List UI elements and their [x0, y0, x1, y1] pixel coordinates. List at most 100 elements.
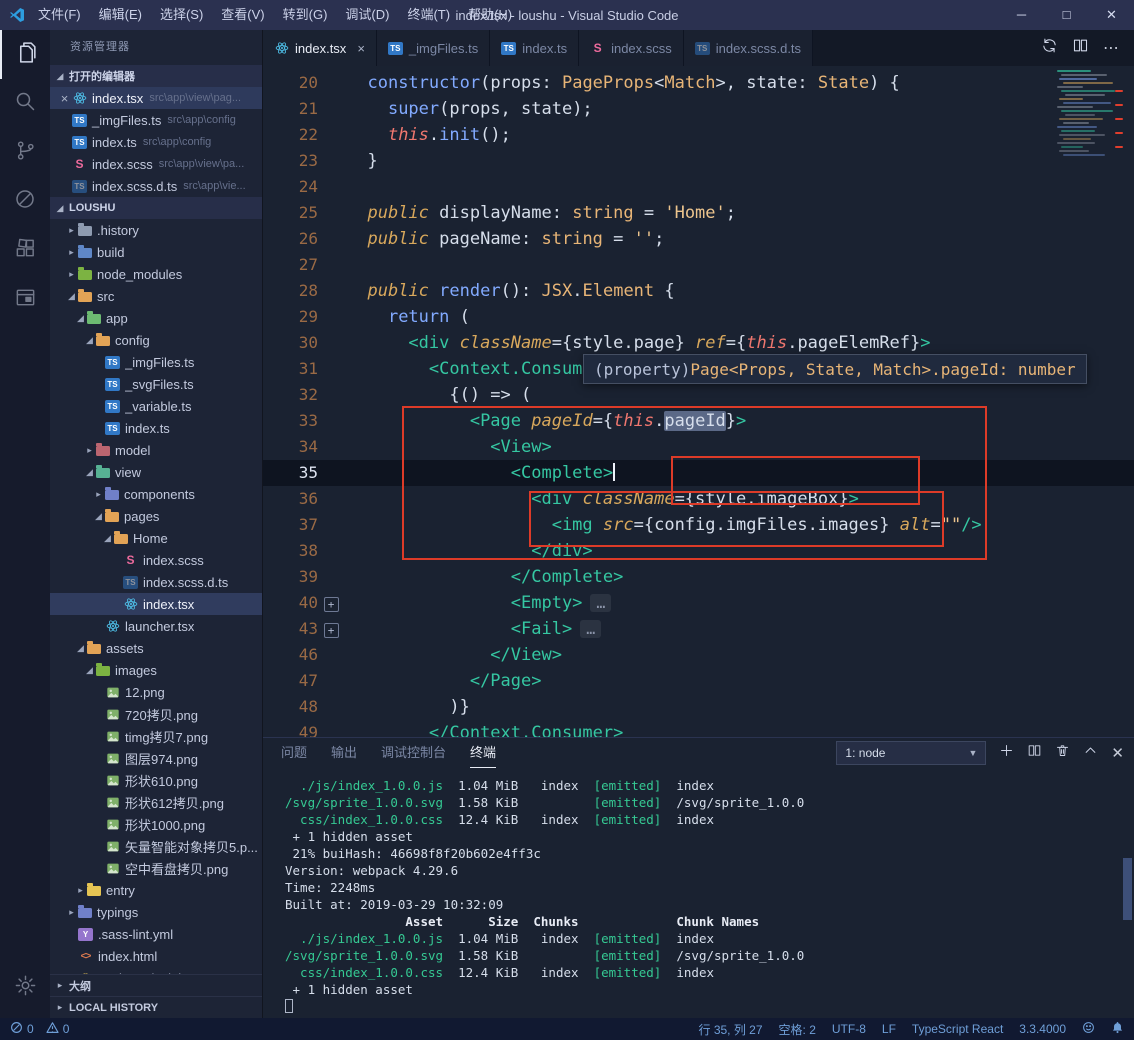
- code-line-39[interactable]: 39 </Complete>: [263, 564, 1134, 590]
- kill-terminal-icon[interactable]: [1055, 743, 1070, 763]
- code-line-33[interactable]: 33 <Page pageId={this.pageId}>: [263, 408, 1134, 434]
- menu-终端-t[interactable]: 终端(T): [398, 0, 459, 30]
- open-editor-index-tsx[interactable]: × index.tsx src\app\view\pag...: [50, 87, 262, 109]
- status-eol[interactable]: LF: [882, 1022, 896, 1036]
- menu-转到-g[interactable]: 转到(G): [274, 0, 337, 30]
- tree-item-entry[interactable]: ▸ entry: [50, 879, 262, 901]
- open-editors-header[interactable]: ◢ 打开的编辑器: [50, 65, 262, 87]
- panel-tab-终端[interactable]: 终端: [470, 738, 497, 768]
- tree-item-矢量智能对象拷贝5-p[interactable]: 矢量智能对象拷贝5.p...: [50, 835, 262, 857]
- code-line-28[interactable]: 28 public render(): JSX.Element {: [263, 278, 1134, 304]
- tree-item-components[interactable]: ▸ components: [50, 483, 262, 505]
- panel-tab-输出[interactable]: 输出: [331, 738, 357, 768]
- tree-item-build[interactable]: ▸ build: [50, 241, 262, 263]
- code-line-49[interactable]: 49 </Context.Consumer>: [263, 720, 1134, 737]
- close-icon[interactable]: ×: [357, 41, 365, 56]
- panel-tab-调试控制台[interactable]: 调试控制台: [381, 738, 446, 768]
- activitybar-preview[interactable]: [0, 275, 50, 324]
- status-ts-version[interactable]: 3.3.4000: [1019, 1022, 1066, 1036]
- new-terminal-icon[interactable]: [999, 743, 1014, 763]
- tree-item-sass-lint-yml[interactable]: Y .sass-lint.yml: [50, 923, 262, 945]
- status-warnings[interactable]: 0: [46, 1021, 69, 1037]
- more-actions-icon[interactable]: ⋯: [1103, 38, 1120, 58]
- code-line-40[interactable]: 40 + <Empty>…: [263, 590, 1134, 616]
- close-icon[interactable]: ×: [57, 91, 72, 106]
- code-line-38[interactable]: 38 </div>: [263, 538, 1134, 564]
- code-line-46[interactable]: 46 </View>: [263, 642, 1134, 668]
- code-line-29[interactable]: 29 return (: [263, 304, 1134, 330]
- code-line-24[interactable]: 24: [263, 174, 1134, 200]
- tree-item-history[interactable]: ▸ .history: [50, 219, 262, 241]
- tree-item-空中看盘拷贝-png[interactable]: 空中看盘拷贝.png: [50, 857, 262, 879]
- tree-item-variable-ts[interactable]: TS _variable.ts: [50, 395, 262, 417]
- tree-item-720拷贝-png[interactable]: 720拷贝.png: [50, 703, 262, 725]
- workspace-header[interactable]: ◢ LOUSHU: [50, 197, 262, 219]
- status-encoding[interactable]: UTF-8: [832, 1022, 866, 1036]
- tab-imgfiles-ts[interactable]: TS _imgFiles.ts: [376, 30, 491, 66]
- activitybar-debug[interactable]: [0, 177, 50, 226]
- tree-item-12-png[interactable]: 12.png: [50, 681, 262, 703]
- tree-item-图层974-png[interactable]: 图层974.png: [50, 747, 262, 769]
- fold-expand-icon[interactable]: +: [323, 597, 339, 612]
- open-changes-icon[interactable]: [1041, 37, 1058, 59]
- menu-调试-d[interactable]: 调试(D): [336, 0, 398, 30]
- split-editor-icon[interactable]: [1072, 37, 1089, 59]
- tree-item-node-modules[interactable]: ▸ node_modules: [50, 263, 262, 285]
- code-line-32[interactable]: 32 {() => (: [263, 382, 1134, 408]
- tree-item-images[interactable]: ◢ images: [50, 659, 262, 681]
- activitybar-search[interactable]: [0, 79, 50, 128]
- open-editor-index-scss[interactable]: S index.scss src\app\view\pa...: [50, 153, 262, 175]
- tree-item-app[interactable]: ◢ app: [50, 307, 262, 329]
- section-local-history[interactable]: ▸ LOCAL HISTORY: [50, 996, 262, 1018]
- code-line-22[interactable]: 22 this.init();: [263, 122, 1134, 148]
- terminal-scrollbar[interactable]: [1123, 858, 1132, 920]
- split-terminal-icon[interactable]: [1027, 743, 1042, 763]
- code-line-25[interactable]: 25 public displayName: string = 'Home';: [263, 200, 1134, 226]
- open-editor-index-scss-d-ts[interactable]: TS index.scss.d.ts src\app\vie...: [50, 175, 262, 197]
- tree-item-形状610-png[interactable]: 形状610.png: [50, 769, 262, 791]
- tree-item-svgfiles-ts[interactable]: TS _svgFiles.ts: [50, 373, 262, 395]
- activitybar-source-control[interactable]: [0, 128, 50, 177]
- code-line-20[interactable]: 20 constructor(props: PageProps<Match>, …: [263, 70, 1134, 96]
- tab-index-scss[interactable]: Sindex.scss: [579, 30, 684, 66]
- fold-expand-icon[interactable]: +: [323, 623, 339, 638]
- status-cursor-position[interactable]: 行 35, 列 27: [699, 1021, 763, 1038]
- tab-index-scss-d-ts[interactable]: TS index.scss.d.ts: [683, 30, 814, 66]
- code-line-27[interactable]: 27: [263, 252, 1134, 278]
- maximize-button[interactable]: □: [1044, 0, 1089, 30]
- open-editor-imgfiles-ts[interactable]: TS _imgFiles.ts src\app\config: [50, 109, 262, 131]
- activitybar-explorer[interactable]: [0, 30, 50, 79]
- code-line-43[interactable]: 43 + <Fail>…: [263, 616, 1134, 642]
- tab-index-tsx[interactable]: index.tsx ×: [263, 30, 377, 66]
- menu-查看-v[interactable]: 查看(V): [212, 0, 273, 30]
- tree-item-launcher-tsx[interactable]: launcher.tsx: [50, 615, 262, 637]
- terminal-output[interactable]: ./js/index_1.0.0.js 1.04 MiB index [emit…: [263, 768, 1134, 1018]
- status-feedback[interactable]: [1082, 1021, 1095, 1037]
- minimize-button[interactable]: ─: [999, 0, 1044, 30]
- tree-item-typings[interactable]: ▸ typings: [50, 901, 262, 923]
- terminal-picker[interactable]: 1: node ▼: [836, 741, 987, 765]
- status-notifications[interactable]: [1111, 1021, 1124, 1037]
- close-panel-icon[interactable]: ✕: [1111, 744, 1124, 763]
- tree-item-src[interactable]: ◢ src: [50, 285, 262, 307]
- status-language-mode[interactable]: TypeScript React: [912, 1022, 1003, 1036]
- activitybar-extensions[interactable]: [0, 226, 50, 275]
- tree-item-index-tsx[interactable]: index.tsx: [50, 593, 262, 615]
- menu-选择-s[interactable]: 选择(S): [151, 0, 212, 30]
- code-line-26[interactable]: 26 public pageName: string = '';: [263, 226, 1134, 252]
- tree-item-index-html[interactable]: <> index.html: [50, 945, 262, 967]
- code-line-21[interactable]: 21 super(props, state);: [263, 96, 1134, 122]
- menu-编辑-e[interactable]: 编辑(E): [90, 0, 151, 30]
- tree-item-model[interactable]: ▸ model: [50, 439, 262, 461]
- tree-item-index-scss-d-ts[interactable]: TS index.scss.d.ts: [50, 571, 262, 593]
- code-editor[interactable]: 20 constructor(props: PageProps<Match>, …: [263, 66, 1134, 737]
- code-line-47[interactable]: 47 </Page>: [263, 668, 1134, 694]
- code-line-35[interactable]: 35 <Complete>: [263, 460, 1134, 486]
- tree-item-index-ts[interactable]: TS index.ts: [50, 417, 262, 439]
- code-line-23[interactable]: 23 }: [263, 148, 1134, 174]
- code-line-30[interactable]: 30 <div className={style.page} ref={this…: [263, 330, 1134, 356]
- tree-item-assets[interactable]: ◢ assets: [50, 637, 262, 659]
- tree-item-view[interactable]: ◢ view: [50, 461, 262, 483]
- section-大纲[interactable]: ▸ 大纲: [50, 974, 262, 996]
- open-editor-index-ts[interactable]: TS index.ts src\app\config: [50, 131, 262, 153]
